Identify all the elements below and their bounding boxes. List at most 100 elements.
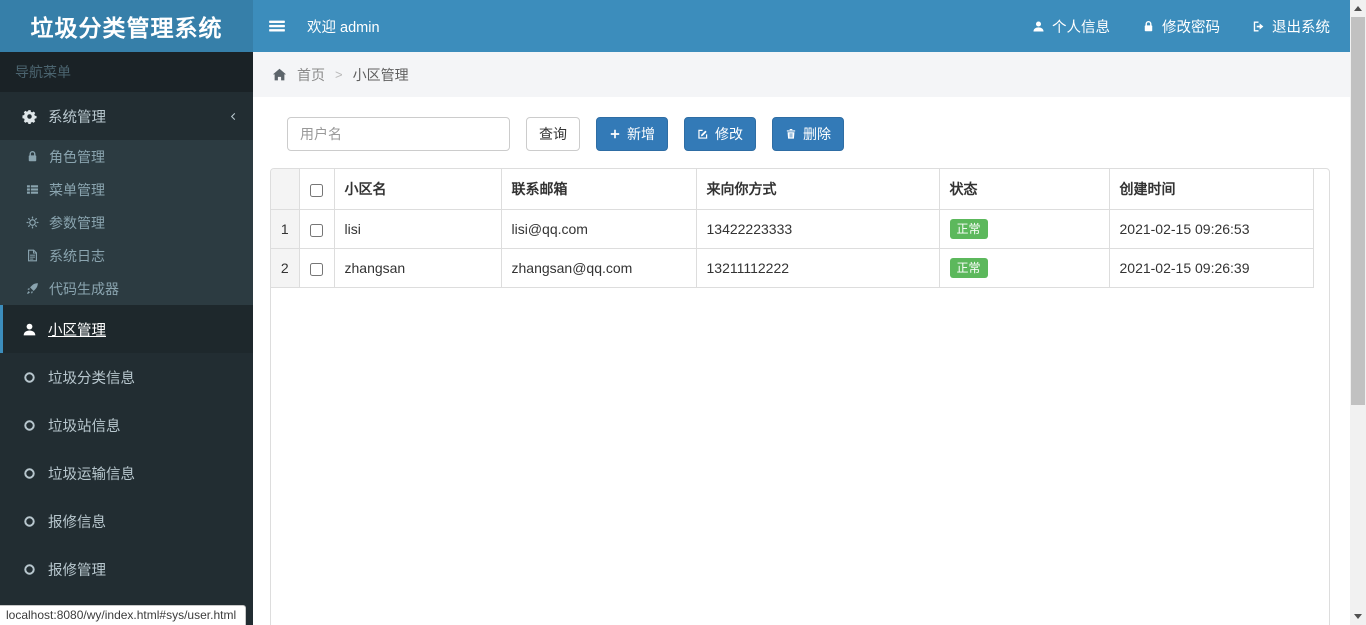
cell-phone: 13211112222	[695, 248, 940, 288]
sidebar-item-repair-info[interactable]: 报修信息	[0, 497, 253, 545]
circle-icon	[22, 370, 37, 385]
sidebar-item-param-management[interactable]: 参数管理	[0, 206, 253, 239]
sidebar-menu: 系统管理 角色管理 菜单管理 参数管理 系统日志 代码生成器 小区管理 垃圾分类…	[0, 92, 253, 593]
row-checkbox-cell	[298, 209, 335, 249]
chevron-left-icon	[227, 111, 238, 122]
cell-community-name: zhangsan	[333, 248, 502, 288]
search-input[interactable]	[287, 117, 510, 151]
sidebar-item-system-management[interactable]: 系统管理	[0, 92, 253, 140]
scroll-up-button[interactable]	[1350, 0, 1366, 17]
column-header: 状态	[938, 169, 1110, 210]
scroll-down-button[interactable]	[1350, 608, 1366, 625]
status-badge: 正常	[949, 258, 988, 278]
row-index: 1	[271, 209, 300, 249]
sidebar-item-menu-management[interactable]: 菜单管理	[0, 173, 253, 206]
sidebar: 导航菜单 系统管理 角色管理 菜单管理 参数管理 系统日志 代码生成器 小区管理…	[0, 52, 253, 625]
sidebar-item-role-management[interactable]: 角色管理	[0, 140, 253, 173]
table-row: 2 zhangsan zhangsan@qq.com 13211112222 正…	[271, 248, 1314, 288]
cell-community-name: lisi	[333, 209, 502, 249]
circle-icon	[22, 466, 37, 481]
sidebar-item-garbage-classification-info[interactable]: 垃圾分类信息	[0, 353, 253, 401]
breadcrumb: 首页 > 小区管理	[253, 52, 1350, 97]
breadcrumb-home[interactable]: 首页	[297, 65, 325, 85]
user-icon	[1032, 20, 1045, 33]
edit-button-label: 修改	[715, 126, 743, 142]
trash-icon	[785, 128, 797, 140]
delete-button-label: 删除	[803, 126, 831, 142]
menu-icon	[268, 17, 286, 35]
table-row: 1 lisi lisi@qq.com 13422223333 正常 2021-0…	[271, 209, 1314, 249]
cell-phone: 13422223333	[695, 209, 940, 249]
edit-button[interactable]: 修改	[684, 117, 756, 151]
sidebar-item-repair-management[interactable]: 报修管理	[0, 545, 253, 593]
query-button-label: 查询	[539, 126, 567, 142]
sidebar-header: 导航菜单	[0, 52, 253, 92]
navbar-actions: 个人信息 修改密码 退出系统	[1032, 16, 1350, 37]
breadcrumb-separator: >	[335, 67, 343, 82]
sidebar-item-garbage-station-info[interactable]: 垃圾站信息	[0, 401, 253, 449]
rocket-icon	[26, 282, 39, 295]
gear-icon	[22, 109, 37, 124]
top-navbar: 欢迎 admin 个人信息 修改密码 退出系统	[253, 0, 1350, 52]
row-checkbox-cell	[298, 248, 335, 288]
table-header-row: 小区名 联系邮箱 来向你方式 状态 创建时间	[271, 169, 1314, 210]
index-column-header	[271, 169, 300, 210]
app-window: 垃圾分类管理系统 欢迎 admin 个人信息 修改密码 退出系统 导航菜单 系统…	[0, 0, 1366, 625]
navbar-logout[interactable]: 退出系统	[1252, 16, 1330, 37]
toolbar: 查询 新增 修改 删除	[287, 117, 1330, 151]
user-icon	[22, 322, 37, 337]
circle-icon	[22, 418, 37, 433]
circle-icon	[22, 562, 37, 577]
cell-created-time: 2021-02-15 09:26:53	[1108, 209, 1314, 249]
app-title: 垃圾分类管理系统	[0, 0, 253, 52]
navbar-change-password[interactable]: 修改密码	[1142, 16, 1220, 37]
sidebar-toggle-button[interactable]	[253, 0, 301, 52]
row-index: 2	[271, 248, 300, 288]
sidebar-item-community-management[interactable]: 小区管理	[0, 305, 253, 353]
query-button[interactable]: 查询	[526, 117, 580, 151]
caret-down-icon	[1354, 614, 1362, 619]
file-text-icon	[26, 249, 39, 262]
home-icon	[272, 67, 287, 82]
column-header: 创建时间	[1108, 169, 1314, 210]
data-grid: 小区名 联系邮箱 来向你方式 状态 创建时间 1 lisi lisi@qq.com 13…	[270, 168, 1330, 625]
cell-status: 正常	[938, 209, 1110, 249]
plus-icon	[609, 128, 621, 140]
data-table: 小区名 联系邮箱 来向你方式 状态 创建时间 1 lisi lisi@qq.com 13…	[271, 169, 1314, 288]
sign-out-icon	[1252, 20, 1265, 33]
select-all-checkbox[interactable]	[310, 183, 323, 197]
add-button[interactable]: 新增	[596, 117, 668, 151]
scrollbar[interactable]	[1350, 0, 1366, 625]
cell-email: zhangsan@qq.com	[500, 248, 697, 288]
cell-email: lisi@qq.com	[500, 209, 697, 249]
main-area: 首页 > 小区管理 查询 新增 修改 删除	[253, 52, 1350, 625]
status-badge: 正常	[949, 219, 988, 239]
edit-icon	[697, 128, 709, 140]
scroll-thumb[interactable]	[1351, 17, 1365, 405]
column-header: 联系邮箱	[500, 169, 697, 210]
lock-icon	[26, 150, 39, 163]
delete-button[interactable]: 删除	[772, 117, 844, 151]
sidebar-item-system-logs[interactable]: 系统日志	[0, 239, 253, 272]
circle-icon	[22, 514, 37, 529]
welcome-text: 欢迎 admin	[307, 19, 380, 36]
cell-created-time: 2021-02-15 09:26:39	[1108, 248, 1314, 288]
cog-outline-icon	[26, 216, 39, 229]
status-bar: localhost:8080/wy/index.html#sys/user.ht…	[0, 605, 247, 625]
row-checkbox[interactable]	[310, 223, 323, 237]
column-header: 来向你方式	[695, 169, 940, 210]
cell-status: 正常	[938, 248, 1110, 288]
column-header: 小区名	[333, 169, 502, 210]
sidebar-item-garbage-transport-info[interactable]: 垃圾运输信息	[0, 449, 253, 497]
caret-up-icon	[1354, 6, 1362, 11]
select-all-cell	[298, 169, 335, 210]
content: 查询 新增 修改 删除	[253, 97, 1350, 625]
breadcrumb-current: 小区管理	[352, 66, 409, 83]
row-checkbox[interactable]	[310, 262, 323, 276]
sidebar-submenu: 角色管理 菜单管理 参数管理 系统日志 代码生成器	[0, 140, 253, 305]
add-button-label: 新增	[627, 126, 655, 142]
sidebar-item-code-generator[interactable]: 代码生成器	[0, 272, 253, 305]
navbar-profile[interactable]: 个人信息	[1032, 16, 1110, 37]
lock-icon	[1142, 20, 1155, 33]
list-icon	[26, 183, 39, 196]
